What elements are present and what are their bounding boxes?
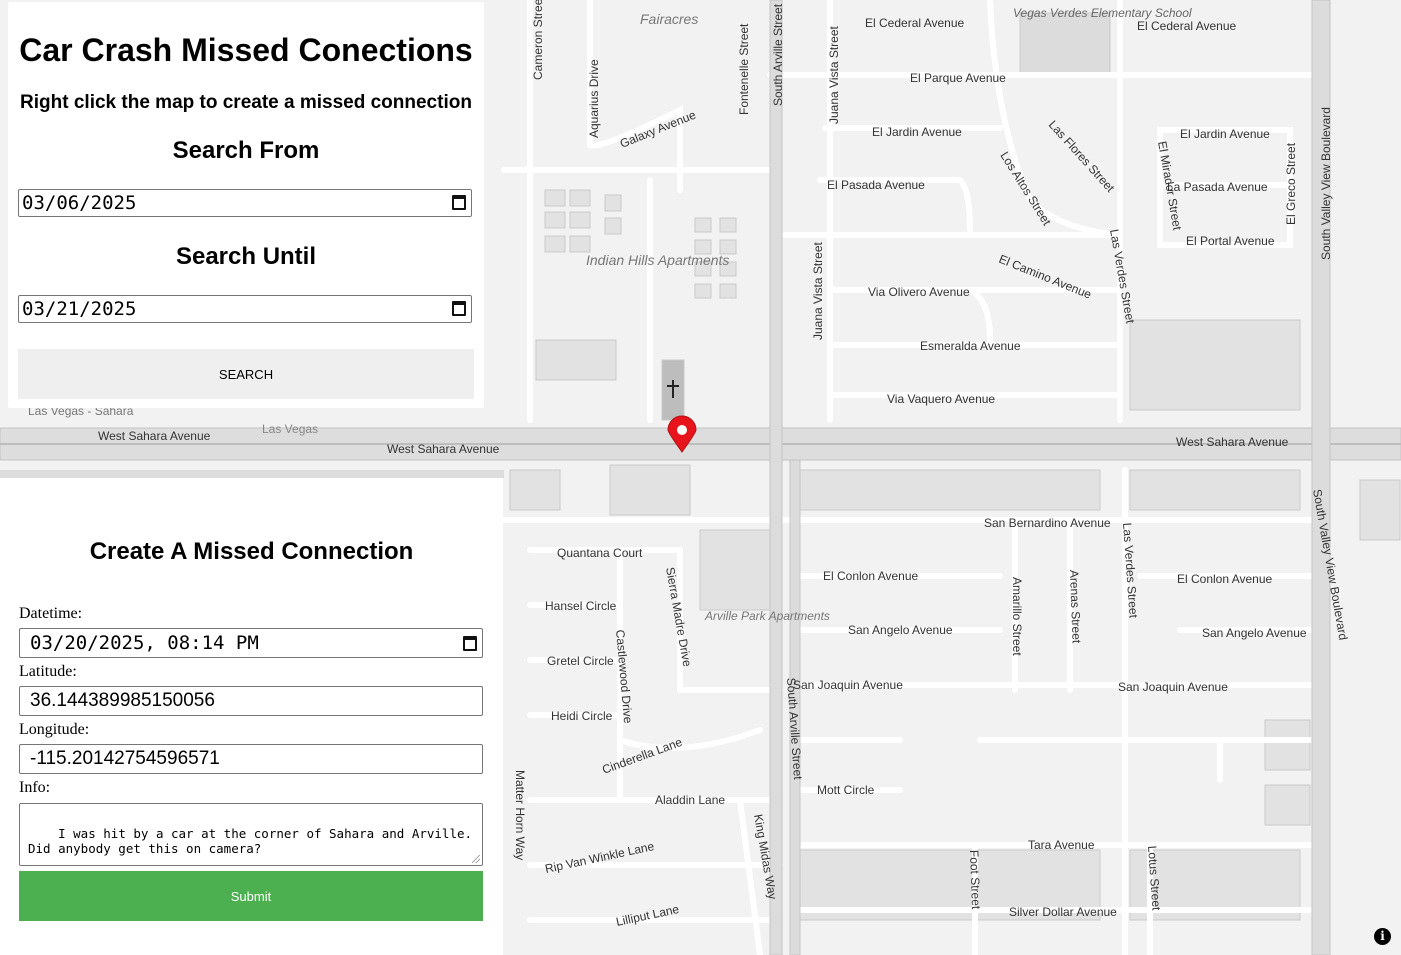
map-label-foot-street: Foot Street	[967, 850, 983, 910]
search-from-heading: Search From	[172, 137, 320, 164]
map-label-el-jardin-1: El Jardin Avenue	[872, 125, 962, 139]
create-heading: Create A Missed Connection	[89, 538, 414, 565]
map-label-hansel-circle: Hansel Circle	[545, 599, 617, 613]
search-until-heading: Search Until	[175, 243, 317, 270]
map-label-el-portal: El Portal Avenue	[1186, 234, 1275, 248]
map-label-la-pasada: La Pasada Avenue	[1167, 180, 1268, 194]
map-label-south-arville-north: South Arville Street	[771, 3, 785, 106]
map-label-san-angelo-1: San Angelo Avenue	[848, 623, 953, 637]
info-value: I was hit by a car at the corner of Saha…	[28, 826, 473, 856]
map-label-el-conlon-2: El Conlon Avenue	[1177, 572, 1273, 586]
map-label-el-jardin-2: El Jardin Avenue	[1180, 127, 1270, 141]
latitude-input[interactable]: 36.144389985150056	[19, 686, 483, 716]
map-label-el-parque: El Parque Avenue	[910, 71, 1006, 85]
map-label-el-cederal-1: El Cederal Avenue	[865, 16, 965, 30]
map-label-west-sahara-3: West Sahara Avenue	[1176, 435, 1289, 449]
search-button[interactable]: SEARCH	[18, 349, 474, 399]
info-textarea[interactable]: I was hit by a car at the corner of Saha…	[19, 803, 483, 866]
map-label-san-joaquin-2: San Joaquin Avenue	[1118, 680, 1228, 694]
resize-grip-icon[interactable]	[472, 855, 480, 863]
map-label-heidi-circle: Heidi Circle	[551, 709, 613, 723]
map-label-south-valley-view-north: South Valley View Boulevard	[1319, 107, 1333, 260]
map-label-matter-horn: Matter Horn Way	[513, 770, 527, 860]
latitude-value: 36.144389985150056	[30, 690, 215, 711]
calendar-icon[interactable]	[452, 301, 466, 316]
map-label-el-cederal-2: El Cederal Avenue	[1137, 19, 1237, 33]
map-label-amarillo: Amarillo Street	[1010, 577, 1024, 656]
longitude-value: -115.20142754596571	[30, 748, 220, 769]
search-from-date-input[interactable]: 03/06/2025	[18, 189, 472, 217]
map-label-fairacres: Fairacres	[640, 11, 698, 27]
map-label-el-pasada: El Pasada Avenue	[827, 178, 925, 192]
calendar-icon[interactable]	[463, 636, 477, 651]
map-label-arville-park: Arville Park Apartments	[704, 609, 830, 623]
create-panel: Create A Missed Connection Datetime: 03/…	[0, 478, 503, 955]
latitude-label: Latitude:	[19, 663, 77, 680]
search-until-date-input[interactable]: 03/21/2025	[18, 295, 472, 323]
datetime-value: 03/20/2025, 08:14 PM	[30, 632, 259, 654]
map-label-el-greco: El Greco Street	[1284, 142, 1298, 225]
map-label-cameron-street: Cameron Street	[531, 0, 545, 80]
map-label-juana-vista-north: Juana Vista Street	[827, 25, 841, 124]
map-label-el-conlon-1: El Conlon Avenue	[823, 569, 919, 583]
map-label-san-bernardino: San Bernardino Avenue	[984, 516, 1111, 530]
map-label-mott-circle: Mott Circle	[817, 783, 875, 797]
map-label-tara: Tara Avenue	[1028, 838, 1095, 852]
datetime-input[interactable]: 03/20/2025, 08:14 PM	[19, 628, 483, 658]
calendar-icon[interactable]	[452, 195, 466, 210]
map-label-aladdin: Aladdin Lane	[655, 793, 725, 807]
map-label-gretel-circle: Gretel Circle	[547, 654, 614, 668]
map-label-las-vegas: Las Vegas	[262, 422, 318, 436]
map-label-aquarius-drive: Aquarius Drive	[587, 59, 601, 138]
map-label-arenas: Arenas Street	[1067, 570, 1084, 644]
search-panel: Car Crash Missed Conections Right click …	[8, 2, 484, 408]
map-label-via-vaquero: Via Vaquero Avenue	[887, 392, 995, 406]
page-subtitle: Right click the map to create a missed c…	[20, 92, 472, 113]
map-label-san-joaquin-1: San Joaquin Avenue	[793, 678, 903, 692]
map-label-fontenelle-street: Fontenelle Street	[737, 23, 751, 115]
info-icon[interactable]: i	[1374, 928, 1391, 945]
longitude-label: Longitude:	[19, 721, 90, 738]
map-label-west-sahara-2: West Sahara Avenue	[387, 442, 500, 456]
map-label-via-olivero: Via Olivero Avenue	[868, 285, 970, 299]
datetime-label: Datetime:	[19, 605, 83, 622]
submit-button[interactable]: Submit	[19, 871, 483, 921]
map-label-silver-dollar: Silver Dollar Avenue	[1009, 905, 1117, 919]
map-label-quantana-court: Quantana Court	[557, 546, 643, 560]
map-label-juana-vista-mid: Juana Vista Street	[811, 241, 825, 340]
search-from-date-value: 03/06/2025	[22, 192, 137, 214]
map-label-west-sahara-1: West Sahara Avenue	[98, 429, 211, 443]
search-until-date-value: 03/21/2025	[22, 298, 137, 320]
map-label-esmeralda: Esmeralda Avenue	[920, 339, 1021, 353]
map-label-san-angelo-2: San Angelo Avenue	[1202, 626, 1307, 640]
map-label-indian-hills: Indian Hills Apartments	[586, 252, 729, 268]
page-title: Car Crash Missed Conections	[19, 32, 473, 68]
longitude-input[interactable]: -115.20142754596571	[19, 744, 483, 774]
info-label: Info:	[19, 779, 51, 796]
map-label-school: Vegas Verdes Elementary School	[1013, 6, 1192, 20]
